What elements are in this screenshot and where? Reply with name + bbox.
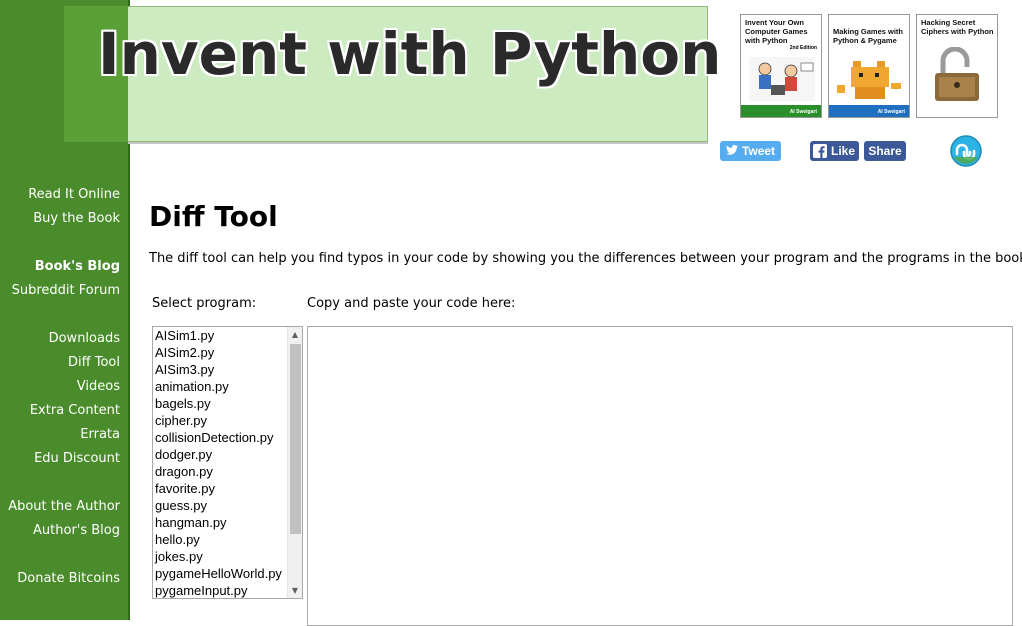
book-title: Making Games with Python & Pygame	[833, 27, 904, 45]
book-title: Hacking Secret Ciphers with Python	[921, 18, 994, 36]
facebook-icon	[813, 144, 827, 158]
nav-donate-bitcoins[interactable]: Donate Bitcoins	[17, 571, 120, 586]
program-option[interactable]: AISim2.py	[155, 344, 302, 361]
program-option[interactable]: hangman.py	[155, 514, 302, 531]
nav-books-blog[interactable]: Book's Blog	[35, 259, 120, 274]
nav-diff-tool[interactable]: Diff Tool	[68, 355, 120, 370]
nav-read-online[interactable]: Read It Online	[28, 187, 120, 202]
program-list-scrollbar[interactable]: ▲ ▼	[287, 327, 302, 598]
book-cover-invent[interactable]: Invent Your Own Computer Games with Pyth…	[740, 14, 822, 118]
tweet-label: Tweet	[741, 144, 776, 158]
facebook-share-button[interactable]: Share	[864, 141, 906, 161]
scroll-down-icon[interactable]: ▼	[288, 583, 302, 598]
select-program-label: Select program:	[152, 296, 257, 311]
book-title: Invent Your Own Computer Games with Pyth…	[745, 18, 808, 45]
program-option[interactable]: pygameInput.py	[155, 582, 302, 598]
program-option[interactable]: collisionDetection.py	[155, 429, 302, 446]
nav-extra-content[interactable]: Extra Content	[30, 403, 120, 418]
program-select-list[interactable]: AISim1.py AISim2.py AISim3.py animation.py b…	[152, 326, 303, 599]
book-author: Al Sweigart	[965, 109, 993, 115]
book-cover-ciphers[interactable]: Hacking Secret Ciphers with Python Al Sw…	[916, 14, 998, 118]
code-input[interactable]	[307, 326, 1013, 626]
book-cover-pygame[interactable]: Making Games with Python & Pygame Al Swe…	[828, 14, 910, 118]
program-option[interactable]: guess.py	[155, 497, 302, 514]
program-option[interactable]: bagels.py	[155, 395, 302, 412]
program-option[interactable]: dodger.py	[155, 446, 302, 463]
book-edition: 2nd Edition	[789, 45, 817, 51]
nav-subreddit-forum[interactable]: Subreddit Forum	[12, 283, 120, 298]
nav-about-author[interactable]: About the Author	[8, 499, 120, 514]
scrollbar-thumb[interactable]	[290, 344, 301, 534]
nav-buy-book[interactable]: Buy the Book	[33, 211, 120, 226]
nav-downloads[interactable]: Downloads	[49, 331, 120, 346]
banner-underline	[128, 142, 708, 144]
nav-errata[interactable]: Errata	[80, 427, 120, 442]
program-option[interactable]: favorite.py	[155, 480, 302, 497]
site-title[interactable]: Invent with Python	[98, 20, 721, 88]
tweet-button[interactable]: Tweet	[720, 141, 781, 161]
program-option[interactable]: animation.py	[155, 378, 302, 395]
facebook-like-button[interactable]: Like	[810, 141, 859, 161]
like-label: Like	[831, 144, 856, 158]
program-option[interactable]: jokes.py	[155, 548, 302, 565]
nav-authors-blog[interactable]: Author's Blog	[33, 523, 120, 538]
nav-videos[interactable]: Videos	[77, 379, 120, 394]
program-option[interactable]: pygameHelloWorld.py	[155, 565, 302, 582]
nav-edu-discount[interactable]: Edu Discount	[34, 451, 120, 466]
scroll-up-icon[interactable]: ▲	[288, 327, 302, 342]
cartoon-kids-icon	[747, 55, 815, 103]
page-title: Diff Tool	[149, 200, 278, 233]
book-author: Al Sweigart	[877, 109, 905, 115]
program-option[interactable]: AISim3.py	[155, 361, 302, 378]
intro-text: The diff tool can help you find typos in…	[149, 251, 1022, 266]
book-author: Al Sweigart	[789, 109, 817, 115]
pixel-cat-icon	[835, 55, 903, 103]
program-options: AISim1.py AISim2.py AISim3.py animation.py b…	[153, 327, 302, 598]
twitter-bird-icon	[725, 144, 738, 158]
program-option[interactable]: cipher.py	[155, 412, 302, 429]
paste-code-label: Copy and paste your code here:	[307, 296, 516, 311]
program-option[interactable]: AISim1.py	[155, 327, 302, 344]
program-option[interactable]: dragon.py	[155, 463, 302, 480]
stumbleupon-icon[interactable]	[950, 135, 982, 167]
padlock-icon	[923, 46, 991, 105]
program-option[interactable]: hello.py	[155, 531, 302, 548]
share-label: Share	[868, 144, 902, 158]
